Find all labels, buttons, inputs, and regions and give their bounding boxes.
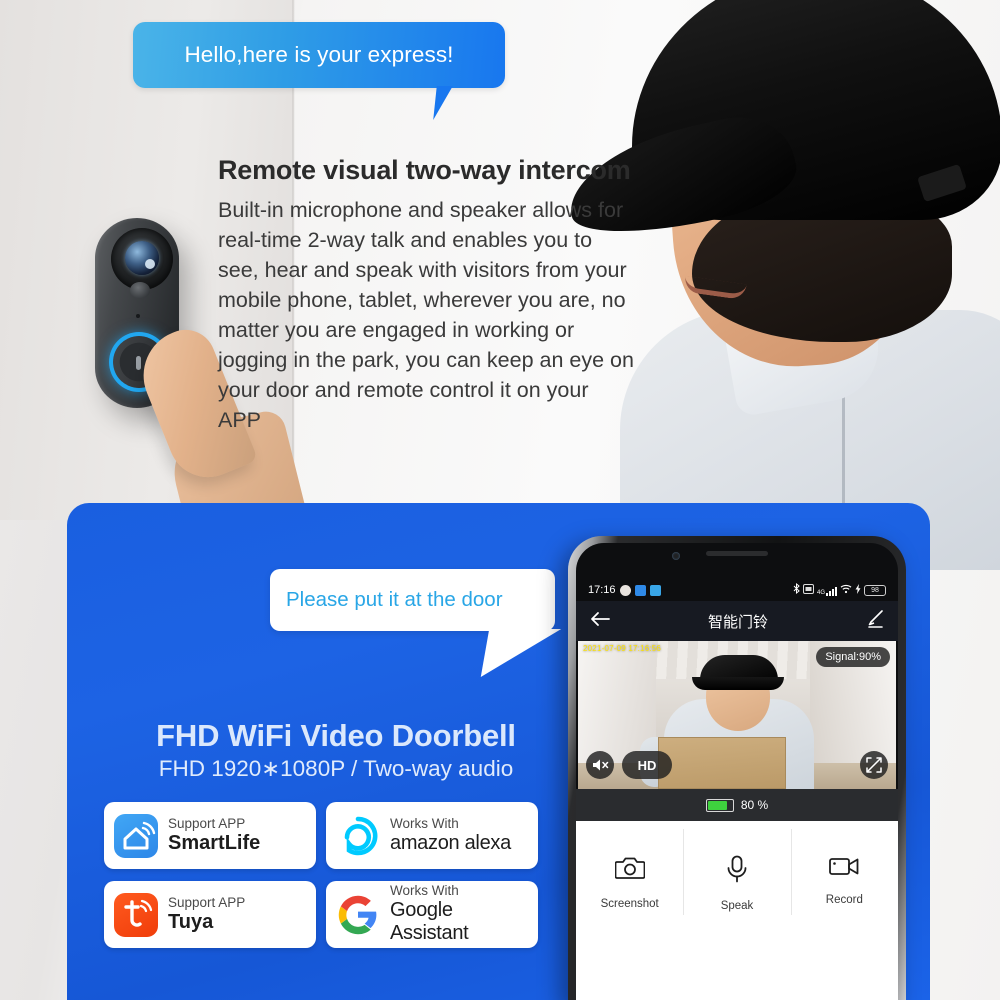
phone-screen: 17:16 4G 98 智能门铃 2021-07-09 17:16:56 Sig… (576, 543, 898, 1000)
feed-parcel-box (658, 737, 786, 789)
earpiece-speaker (706, 551, 768, 556)
status-bar-left: 17:16 (588, 584, 661, 596)
wifi-icon (840, 584, 852, 597)
signal-icon: 4G (817, 585, 837, 596)
badge-tuya[interactable]: Support APP Tuya (104, 881, 316, 948)
smartphone-mockup: 17:16 4G 98 智能门铃 2021-07-09 17:16:56 Sig… (568, 536, 906, 1000)
badge-google-name: Google Assistant (390, 898, 469, 945)
badge-alexa-name: amazon alexa (390, 831, 511, 854)
device-battery-label: 80 % (740, 798, 769, 812)
smartlife-icon (114, 813, 158, 858)
tuya-icon (114, 892, 158, 937)
speak-label: Speak (720, 900, 754, 912)
video-quality-button[interactable]: HD (622, 751, 672, 779)
status-time: 17:16 (588, 584, 616, 596)
battery-percent-label: 98 (871, 586, 879, 594)
speak-button[interactable]: Speak (683, 821, 790, 1000)
promo-headline: FHD WiFi Video Doorbell (156, 718, 516, 753)
feature-body: Built-in microphone and speaker allows f… (218, 197, 634, 433)
feed-person-cap-brim (692, 677, 784, 690)
feature-text-block: Remote visual two-way intercom Built-in … (218, 152, 636, 435)
battery-icon: 98 (864, 584, 886, 596)
badge-smartlife-sub: Support APP (168, 815, 246, 831)
sim-icon (802, 583, 814, 597)
doorbell-lens-housing (111, 228, 173, 290)
front-camera-icon (672, 552, 680, 560)
badge-alexa-sub: Works With (390, 815, 459, 831)
app-notification-icon-3 (649, 584, 661, 596)
camera-icon (614, 855, 646, 886)
alexa-icon (336, 814, 380, 858)
doorbell-bell-icon (136, 356, 141, 370)
doorbell-microphone-icon (136, 314, 140, 318)
doorbell-camera-lens-icon (125, 241, 159, 275)
device-battery-row: 80 % (576, 789, 898, 821)
badge-tuya-sub: Support APP (168, 894, 246, 910)
product-marketing-page: Hello,here is your express! Remote visua… (0, 0, 1000, 1000)
device-battery-icon (705, 798, 734, 812)
app-bar-title: 智能门铃 (707, 613, 768, 631)
google-icon (336, 893, 380, 937)
delivery-person-photo (558, 0, 1000, 570)
speaker-mute-icon[interactable] (586, 751, 614, 779)
feature-title: Remote visual two-way intercom (218, 155, 631, 185)
status-bar-right: 4G 98 (793, 582, 886, 597)
badge-google-assistant[interactable]: Works With Google Assistant (326, 881, 538, 948)
live-video-feed[interactable]: 2021-07-09 17:16:56 Signal:90% HD (578, 641, 896, 789)
microphone-icon (726, 855, 748, 888)
screenshot-button[interactable]: Screenshot (576, 821, 683, 1000)
lens-glint (145, 259, 155, 269)
speech-bubble-express: Hello,here is your express! (133, 22, 505, 88)
status-bar: 17:16 4G 98 (576, 581, 898, 599)
promo-subline: FHD 1920∗1080P / Two-way audio (158, 756, 514, 781)
app-bar: 智能门铃 (576, 601, 898, 641)
badge-smartlife-name: SmartLife (168, 831, 261, 854)
app-notification-icon-1 (619, 584, 631, 596)
fullscreen-icon[interactable] (860, 751, 888, 779)
doorbell-pir-sensor (130, 282, 150, 298)
speech-bubble-express-text: Hello,here is your express! (184, 42, 454, 67)
bluetooth-icon (793, 582, 800, 597)
back-arrow-icon[interactable] (590, 611, 610, 632)
feed-signal-badge: Signal:90% (816, 647, 890, 667)
record-button[interactable]: Record (790, 821, 898, 1000)
app-notification-icon-2 (634, 584, 646, 596)
speech-bubble-door: Please put it at the door (270, 569, 555, 631)
badge-tuya-name: Tuya (168, 910, 214, 933)
screenshot-label: Screenshot (600, 898, 659, 910)
record-label: Record (825, 894, 863, 906)
badge-alexa[interactable]: Works With amazon alexa (326, 802, 538, 869)
badge-google-sub: Works With (390, 882, 459, 898)
network-type-label: 4G (816, 589, 825, 596)
charging-icon (855, 583, 861, 597)
device-battery-fill (707, 800, 727, 810)
speech-bubble-door-tail (480, 629, 562, 677)
feed-timestamp: 2021-07-09 17:16:56 (583, 644, 662, 653)
badge-smartlife[interactable]: Support APP SmartLife (104, 802, 316, 869)
video-camera-icon (829, 855, 859, 882)
edit-pencil-icon[interactable] (866, 609, 884, 633)
action-button-row: Screenshot Speak Record (576, 821, 898, 1000)
compatibility-badges: Support APP SmartLife Works With amazon … (104, 802, 538, 948)
speech-bubble-door-text: Please put it at the door (286, 588, 503, 611)
